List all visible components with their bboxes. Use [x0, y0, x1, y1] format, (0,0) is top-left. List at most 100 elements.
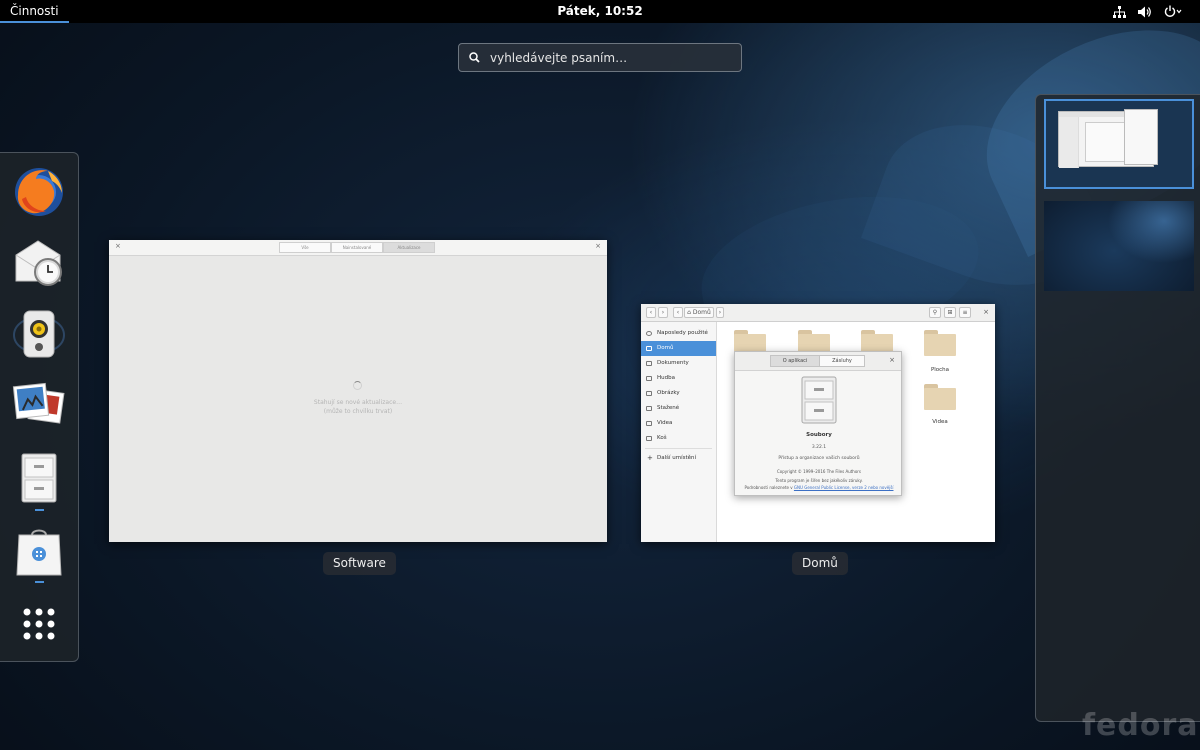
close-icon[interactable]: × — [983, 308, 989, 316]
workspace-1[interactable] — [1044, 99, 1194, 189]
mail-clock-icon — [15, 240, 62, 286]
trash-icon — [646, 436, 652, 441]
video-icon — [646, 421, 652, 426]
sidebar-item-documents[interactable]: Dokumenty — [641, 356, 716, 371]
tab-credits[interactable]: Zásluhy — [819, 355, 865, 367]
folder-label: Videa — [932, 419, 948, 425]
photos-icon — [12, 382, 65, 424]
sidebar-item-recent[interactable]: Naposledy použité — [641, 326, 716, 341]
window-header: ‹ › ‹ ⌂ Domů › ⚲ ⊞ ≡ × — [641, 304, 995, 322]
folder-icon[interactable] — [924, 384, 956, 410]
status-line: Stahují se nové aktualizace… — [313, 399, 403, 406]
sidebar-item-label: Další umístění — [657, 455, 697, 461]
sidebar: Naposledy použité Domů Dokumenty Hudba O… — [641, 322, 717, 542]
dash-item-rhythmbox[interactable] — [12, 307, 66, 361]
sidebar-item-label: Stažené — [657, 405, 680, 411]
license-prefix: Podrobnosti naleznete v — [744, 485, 793, 490]
path-label: Domů — [692, 309, 711, 316]
app-version: 3.22.1 — [811, 445, 827, 450]
running-indicator — [35, 581, 44, 583]
sidebar-item-label: Videa — [657, 420, 673, 426]
dash-item-files[interactable] — [12, 451, 66, 505]
about-dialog[interactable]: O aplikaci Zásluhy × Soubory 3.22.1 Přís… — [734, 351, 902, 496]
volume-icon — [1138, 6, 1152, 18]
tab-updates[interactable]: Aktualizace — [383, 242, 435, 253]
sidebar-item-downloads[interactable]: Stažené — [641, 401, 716, 416]
sidebar-item-other-locations[interactable]: + Další umístění — [641, 451, 716, 466]
back-button[interactable]: ‹ — [646, 307, 656, 318]
sidebar-item-home[interactable]: Domů — [641, 341, 716, 356]
folder-label: Plocha — [930, 367, 950, 373]
window-label-files: Domů — [792, 552, 848, 575]
dialog-header: O aplikaci Zásluhy × — [735, 352, 901, 371]
search-icon — [469, 48, 480, 67]
app-grid-icon — [23, 608, 55, 640]
network-icon — [1113, 5, 1126, 18]
search-button[interactable]: ⚲ — [929, 307, 941, 318]
folder-icon[interactable] — [924, 330, 956, 356]
system-menu[interactable] — [1113, 2, 1182, 21]
sidebar-item-label: Obrázky — [657, 390, 680, 396]
divider — [645, 448, 712, 449]
tab-about[interactable]: O aplikaci — [770, 355, 820, 367]
path-left-button[interactable]: ‹ — [673, 307, 683, 318]
speaker-icon — [13, 310, 65, 358]
tab-installed[interactable]: Nainstalované — [331, 242, 383, 253]
sidebar-item-label: Naposledy použité — [657, 330, 708, 336]
sidebar-item-label: Hudba — [657, 375, 675, 381]
path-right-button[interactable]: › — [716, 307, 724, 318]
file-cabinet-icon — [801, 376, 837, 424]
close-icon: × — [595, 242, 601, 250]
window-label-software: Software — [323, 552, 396, 575]
top-bar: Činnosti Pátek, 10:52 — [0, 0, 1200, 23]
path-bar-home[interactable]: ⌂ Domů — [684, 307, 714, 318]
dash-item-shotwell[interactable] — [12, 379, 66, 433]
camera-icon — [646, 391, 652, 396]
menu-button[interactable]: ≡ — [959, 307, 971, 318]
dash-item-show-apps[interactable] — [12, 597, 66, 651]
fedora-logo: fedora — [1082, 708, 1199, 743]
power-icon — [1164, 5, 1182, 18]
home-icon: ⌂ — [687, 309, 691, 316]
firefox-icon — [15, 168, 63, 216]
sidebar-item-trash[interactable]: Koš — [641, 431, 716, 446]
home-icon — [646, 346, 652, 351]
download-icon — [646, 406, 652, 411]
license-link[interactable]: GNU General Public License, verze 2 nebo… — [794, 485, 894, 490]
dash — [0, 152, 79, 662]
file-cabinet-icon — [21, 453, 57, 503]
app-description: Přístup a organizace vašich souborů — [778, 456, 860, 461]
dash-item-evolution[interactable] — [12, 235, 66, 289]
sidebar-item-music[interactable]: Hudba — [641, 371, 716, 386]
software-bag-icon — [16, 529, 62, 576]
app-name: Soubory — [806, 432, 832, 438]
sidebar-item-pictures[interactable]: Obrázky — [641, 386, 716, 401]
dash-item-software[interactable] — [12, 525, 66, 579]
music-icon — [646, 376, 652, 381]
view-grid-button[interactable]: ⊞ — [944, 307, 956, 318]
license: Podrobnosti naleznete v GNU General Publ… — [735, 485, 903, 490]
sidebar-item-label: Koš — [657, 435, 667, 441]
tab-all[interactable]: Vše — [279, 242, 331, 253]
workspace-switcher — [1035, 94, 1200, 722]
status-line: (může to chvilku trvat) — [323, 408, 393, 415]
close-icon[interactable]: × — [889, 356, 895, 364]
copyright: Copyright © 1999–2016 The Files Authors — [776, 469, 862, 474]
running-indicator — [35, 509, 44, 511]
search-entry[interactable] — [458, 43, 742, 72]
clock-icon — [646, 331, 652, 336]
sidebar-item-videos[interactable]: Videa — [641, 416, 716, 431]
window-header: × Vše Nainstalované Aktualizace × — [109, 240, 607, 256]
plus-icon: + — [647, 454, 653, 462]
forward-button[interactable]: › — [658, 307, 668, 318]
clock[interactable]: Pátek, 10:52 — [0, 4, 1200, 18]
sidebar-item-label: Domů — [657, 345, 674, 351]
window-software[interactable]: × Vše Nainstalované Aktualizace × Stahuj… — [109, 240, 607, 542]
workspace-2[interactable] — [1044, 201, 1194, 291]
search-input[interactable] — [490, 50, 720, 65]
workspace-window-thumb — [1124, 109, 1158, 165]
spinner-icon — [353, 381, 362, 390]
warranty: Tento program je šířen bez jakékoliv zár… — [775, 478, 863, 483]
dash-item-firefox[interactable] — [12, 165, 66, 219]
status-message: Stahují se nové aktualizace… (může to ch… — [109, 398, 607, 416]
